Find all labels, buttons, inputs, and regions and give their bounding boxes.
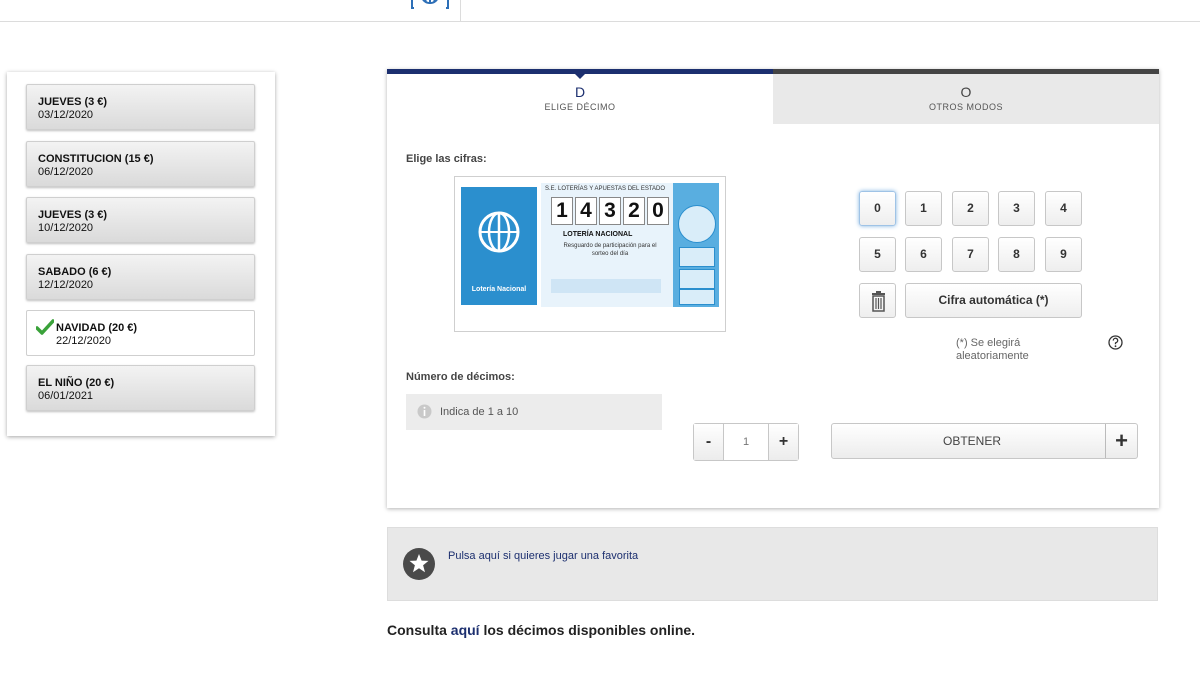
clear-button[interactable] bbox=[859, 283, 896, 318]
tab-label: OTROS MODOS bbox=[928, 102, 1003, 112]
top-header bbox=[0, 0, 1200, 22]
decimos-hint: Indica de 1 a 10 bbox=[440, 406, 519, 418]
obtener-label: OBTENER bbox=[942, 434, 1001, 448]
ticket-digit: 3 bbox=[599, 197, 621, 225]
tab-elige-decimo[interactable]: D ELIGE DÉCIMO bbox=[387, 69, 773, 124]
increment-button[interactable]: + bbox=[768, 424, 798, 460]
ticket-header: S.E. LOTERÍAS Y APUESTAS DEL ESTADO bbox=[545, 186, 666, 192]
favorite-bar[interactable]: Pulsa aquí si quieres jugar una favorita bbox=[387, 527, 1158, 601]
tab-letter: D bbox=[574, 84, 586, 100]
purchase-card: D ELIGE DÉCIMO O OTROS MODOS Elige las c… bbox=[387, 69, 1159, 508]
help-icon[interactable] bbox=[1108, 335, 1123, 350]
plus-icon: + bbox=[1105, 424, 1137, 458]
draw-item-selected[interactable]: NAVIDAD (20 €) 22/12/2020 bbox=[26, 310, 255, 356]
ticket-digit: 4 bbox=[575, 197, 597, 225]
tab-letter: O bbox=[960, 84, 972, 100]
loterias-logo-icon[interactable] bbox=[410, 0, 450, 10]
digits-label: Elige las cifras: bbox=[406, 153, 487, 165]
ticket-side-panel bbox=[673, 183, 719, 307]
draw-name: SABADO (6 €) bbox=[38, 266, 112, 278]
ticket-brand-text: Lotería Nacional bbox=[471, 286, 527, 293]
draw-item[interactable]: JUEVES (3 €) 10/12/2020 bbox=[26, 197, 255, 243]
globe-logo-icon bbox=[478, 211, 520, 253]
tab-caret-icon bbox=[575, 74, 585, 79]
digit-key-6[interactable]: 6 bbox=[905, 237, 942, 272]
digit-key-7[interactable]: 7 bbox=[952, 237, 989, 272]
draw-name: JUEVES (3 €) bbox=[38, 209, 108, 221]
decimos-input[interactable] bbox=[724, 424, 768, 460]
trash-icon bbox=[872, 291, 885, 312]
draw-date: 03/12/2020 bbox=[38, 109, 94, 121]
draw-date: 12/12/2020 bbox=[38, 279, 94, 291]
favorite-text: Pulsa aquí si quieres jugar una favorita bbox=[448, 550, 639, 562]
obtener-button[interactable]: OBTENER + bbox=[831, 423, 1138, 459]
digit-key-9[interactable]: 9 bbox=[1045, 237, 1082, 272]
ticket-stripe bbox=[551, 279, 661, 293]
draw-item[interactable]: SABADO (6 €) 12/12/2020 bbox=[26, 254, 255, 300]
draw-name: EL NIÑO (20 €) bbox=[38, 377, 115, 389]
draw-date: 06/12/2020 bbox=[38, 166, 94, 178]
draw-item[interactable]: EL NIÑO (20 €) 06/01/2021 bbox=[26, 365, 255, 411]
footer-text-after: los décimos disponibles online. bbox=[479, 622, 696, 638]
draw-date: 22/12/2020 bbox=[56, 335, 112, 347]
draw-date: 06/01/2021 bbox=[38, 390, 94, 402]
ticket-oval bbox=[678, 205, 716, 243]
tab-label: ELIGE DÉCIMO bbox=[544, 102, 616, 112]
ticket-side-box bbox=[679, 289, 715, 305]
draw-item[interactable]: CONSTITUCION (15 €) 06/12/2020 bbox=[26, 141, 255, 187]
digit-key-8[interactable]: 8 bbox=[998, 237, 1035, 272]
ticket-title: LOTERÍA NACIONAL bbox=[563, 231, 633, 238]
digit-key-1[interactable]: 1 bbox=[905, 191, 942, 226]
tab-otros-modos[interactable]: O OTROS MODOS bbox=[773, 69, 1159, 124]
digit-key-3[interactable]: 3 bbox=[998, 191, 1035, 226]
digit-key-0[interactable]: 0 bbox=[859, 191, 896, 226]
ticket-digit: 2 bbox=[623, 197, 645, 225]
star-icon bbox=[403, 548, 435, 580]
available-decimos-line: Consulta aquí los décimos disponibles on… bbox=[387, 622, 695, 638]
digit-key-2[interactable]: 2 bbox=[952, 191, 989, 226]
draw-item[interactable]: JUEVES (3 €) 03/12/2020 bbox=[26, 84, 255, 130]
ticket-number: 1 4 3 2 0 bbox=[551, 197, 669, 225]
draw-date: 10/12/2020 bbox=[38, 222, 94, 234]
ticket-brand-panel: Lotería Nacional bbox=[461, 187, 537, 305]
digit-key-4[interactable]: 4 bbox=[1045, 191, 1082, 226]
draw-name: NAVIDAD (20 €) bbox=[56, 322, 138, 334]
draw-name: CONSTITUCION (15 €) bbox=[38, 153, 154, 165]
auto-digit-note: (*) Se elegirá aleatoriamente bbox=[956, 337, 1029, 362]
header-divider bbox=[460, 0, 461, 21]
draw-name: JUEVES (3 €) bbox=[38, 96, 108, 108]
decimos-hint-box: Indica de 1 a 10 bbox=[406, 394, 662, 430]
ticket-digit: 1 bbox=[551, 197, 573, 225]
ticket-side-box bbox=[679, 247, 715, 267]
auto-digit-button[interactable]: Cifra automática (*) bbox=[905, 283, 1082, 318]
available-decimos-link[interactable]: aquí bbox=[451, 622, 480, 638]
ticket-side-box bbox=[679, 269, 715, 289]
digit-key-5[interactable]: 5 bbox=[859, 237, 896, 272]
info-icon bbox=[417, 404, 432, 419]
checkmark-icon bbox=[36, 319, 54, 335]
decimos-stepper: - + bbox=[693, 423, 799, 461]
decimos-label: Número de décimos: bbox=[406, 371, 515, 383]
ticket-subtitle: Resguardo de participación para el sorte… bbox=[563, 243, 657, 257]
ticket-digit: 0 bbox=[647, 197, 669, 225]
decrement-button[interactable]: - bbox=[694, 424, 724, 460]
lottery-ticket: Lotería Nacional S.E. LOTERÍAS Y APUESTA… bbox=[454, 176, 726, 332]
draws-panel: JUEVES (3 €) 03/12/2020 CONSTITUCION (15… bbox=[7, 72, 275, 436]
footer-text-before: Consulta bbox=[387, 622, 451, 638]
ticket-body: S.E. LOTERÍAS Y APUESTAS DEL ESTADO 1 4 … bbox=[541, 183, 719, 307]
